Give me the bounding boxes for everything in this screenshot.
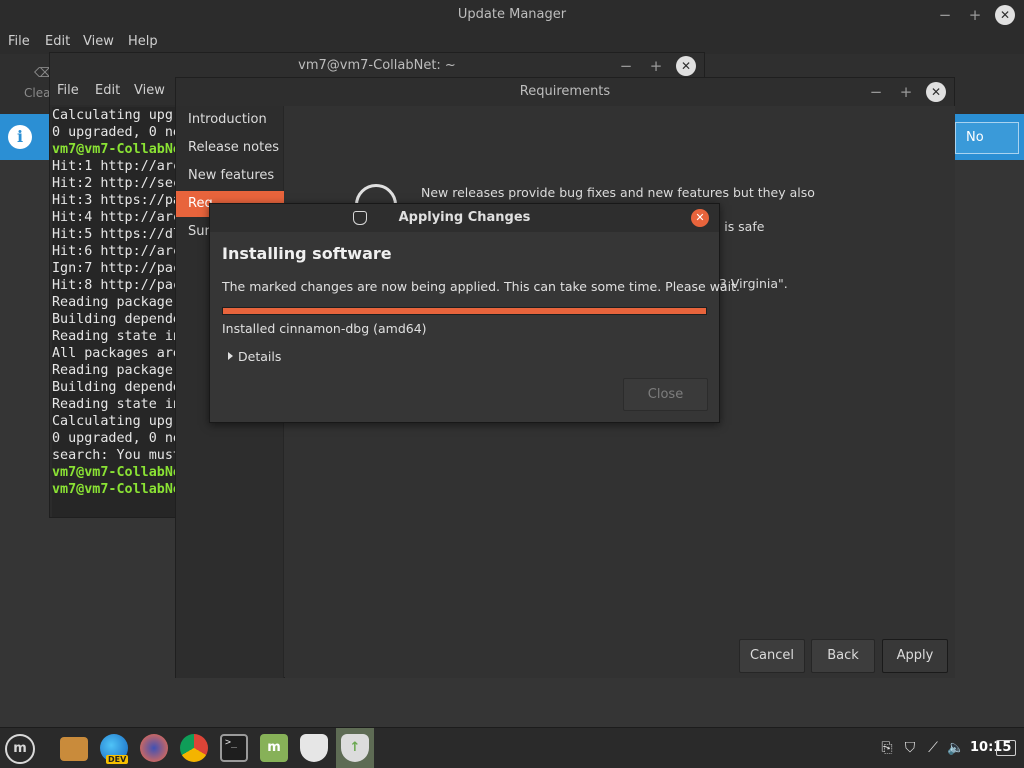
- terminal-titlebar[interactable]: vm7@vm7-CollabNet: ~ − + ✕: [50, 53, 704, 79]
- menu-edit[interactable]: Edit: [95, 83, 120, 98]
- dev-badge: DEV: [106, 755, 129, 764]
- progress-bar: [222, 307, 707, 315]
- minimize-icon[interactable]: −: [616, 56, 636, 76]
- maximize-icon[interactable]: +: [965, 5, 985, 25]
- requirements-titlebar[interactable]: Requirements − + ✕: [176, 78, 954, 106]
- clear-button-label[interactable]: Clea: [24, 86, 50, 100]
- installing-heading: Installing software: [222, 244, 392, 263]
- menu-view[interactable]: View: [83, 34, 114, 49]
- update-manager-titlebar: Update Manager − + ✕: [0, 0, 1024, 30]
- files-icon[interactable]: [60, 737, 88, 761]
- terminal-icon[interactable]: >_: [220, 734, 248, 762]
- progress-fill: [223, 308, 706, 314]
- cancel-button[interactable]: Cancel: [739, 639, 805, 673]
- minimize-icon[interactable]: −: [935, 5, 955, 25]
- keyboard-icon[interactable]: ⎘: [879, 740, 895, 756]
- details-label: Details: [238, 349, 282, 364]
- volume-icon[interactable]: 🔈: [947, 740, 964, 756]
- info-icon: i: [8, 125, 32, 149]
- sidebar-item-introduction[interactable]: Introduction: [176, 107, 284, 133]
- menu-help[interactable]: Help: [128, 34, 158, 49]
- close-icon[interactable]: ✕: [926, 82, 946, 102]
- back-button[interactable]: Back: [811, 639, 875, 673]
- firefox-icon[interactable]: [140, 734, 168, 762]
- applying-changes-title: Applying Changes: [398, 210, 531, 225]
- show-desktop-icon[interactable]: [996, 740, 1016, 756]
- applying-changes-dialog: Applying Changes ✕ Installing software T…: [209, 203, 740, 423]
- menu-icon[interactable]: m: [5, 734, 35, 764]
- sidebar-item-new-features[interactable]: New features: [176, 163, 284, 189]
- update-manager-title: Update Manager: [457, 7, 567, 22]
- close-icon[interactable]: ✕: [995, 5, 1015, 25]
- clear-icon[interactable]: ⌫: [34, 66, 52, 81]
- applying-changes-titlebar[interactable]: Applying Changes ✕: [210, 204, 719, 232]
- sidebar-item-release-notes[interactable]: Release notes: [176, 135, 284, 161]
- expander-arrow-icon: [228, 352, 233, 360]
- close-icon[interactable]: ✕: [691, 209, 709, 227]
- close-button[interactable]: Close: [623, 378, 708, 411]
- no-button[interactable]: No: [955, 122, 1019, 154]
- maximize-icon[interactable]: +: [896, 82, 916, 102]
- update-manager-icon[interactable]: ↑: [341, 734, 369, 762]
- network-icon[interactable]: ⟋: [925, 740, 941, 756]
- shield-tray-icon[interactable]: ⛉: [902, 740, 918, 756]
- shield-icon[interactable]: [300, 734, 328, 762]
- menu-file[interactable]: File: [57, 83, 79, 98]
- close-icon[interactable]: ✕: [676, 56, 696, 76]
- menu-file[interactable]: File: [8, 34, 30, 49]
- taskbar: m DEV >_ m ↑ ⎘ ⛉ ⟋ 🔈 10:15: [0, 727, 1024, 768]
- minimize-icon[interactable]: −: [866, 82, 886, 102]
- terminal-title: vm7@vm7-CollabNet: ~: [298, 58, 456, 73]
- menu-view[interactable]: View: [134, 83, 165, 98]
- menu-edit[interactable]: Edit: [45, 34, 70, 49]
- maximize-icon[interactable]: +: [646, 56, 666, 76]
- apply-button[interactable]: Apply: [882, 639, 948, 673]
- chrome-icon[interactable]: [180, 734, 208, 762]
- mintinstall-icon[interactable]: m: [260, 734, 288, 762]
- details-expander[interactable]: Details: [228, 349, 281, 364]
- applying-description: The marked changes are now being applied…: [222, 279, 740, 294]
- install-status: Installed cinnamon-dbg (amd64): [222, 321, 427, 336]
- update-manager-menubar: File Edit View Help: [0, 30, 1024, 54]
- requirements-title: Requirements: [519, 84, 611, 99]
